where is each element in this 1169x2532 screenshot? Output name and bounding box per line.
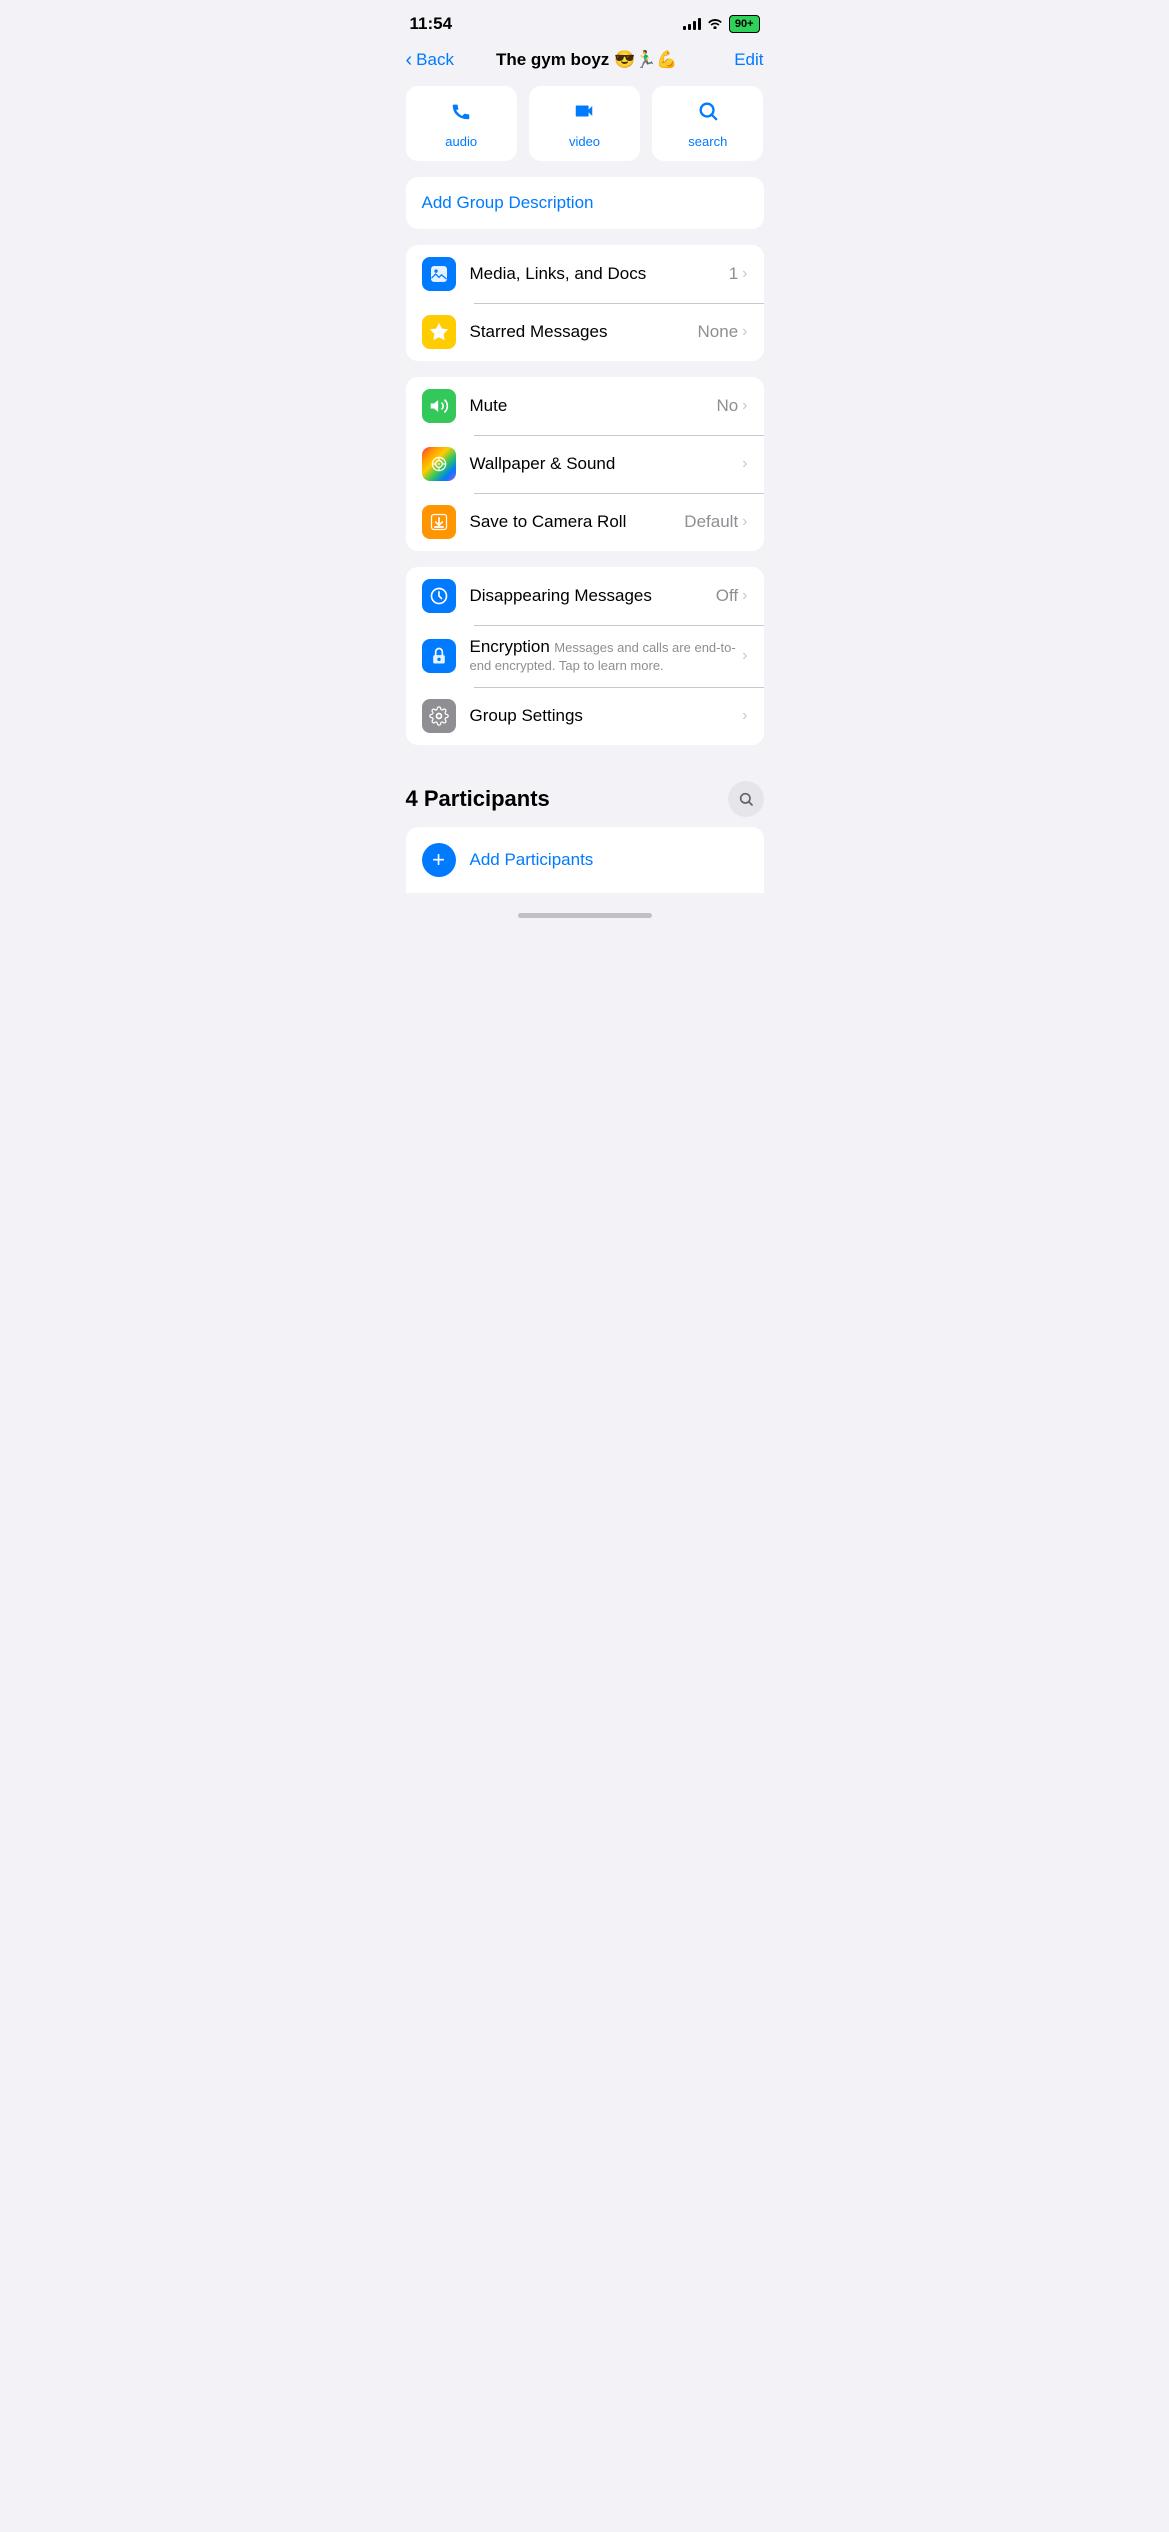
starred-value: None (698, 322, 739, 342)
add-participants-row[interactable]: + Add Participants (406, 827, 764, 893)
disappearing-icon (422, 579, 456, 613)
status-time: 11:54 (410, 14, 453, 34)
audio-button[interactable]: audio (406, 86, 517, 161)
mute-icon (422, 389, 456, 423)
action-row: audio video search (390, 82, 780, 177)
save-camera-roll-chevron-icon: › (742, 513, 747, 531)
nav-bar: ‹ Back The gym boyz 😎🏃‍♂️💪 Edit (390, 42, 780, 82)
add-description-text: Add Group Description (422, 193, 594, 212)
media-links-docs-row[interactable]: Media, Links, and Docs 1 › (406, 245, 764, 303)
participants-header: 4 Participants (390, 761, 780, 827)
encryption-icon (422, 639, 456, 673)
save-camera-roll-value: Default (684, 512, 738, 532)
audio-label: audio (445, 134, 477, 149)
save-camera-roll-label: Save to Camera Roll (470, 512, 627, 531)
video-button[interactable]: video (529, 86, 640, 161)
group-settings-icon (422, 699, 456, 733)
mute-label: Mute (470, 396, 508, 415)
video-label: video (569, 134, 600, 149)
group-settings-chevron-icon: › (742, 707, 747, 725)
search-icon (697, 100, 719, 128)
disappearing-value: Off (716, 586, 738, 606)
starred-messages-row[interactable]: Starred Messages None › (406, 303, 764, 361)
save-camera-roll-row[interactable]: Save to Camera Roll Default › (406, 493, 764, 551)
media-value: 1 (729, 264, 738, 284)
wallpaper-sound-label: Wallpaper & Sound (470, 454, 616, 473)
disappearing-chevron-icon: › (742, 587, 747, 605)
add-participants-icon: + (422, 843, 456, 877)
encryption-row[interactable]: Encryption Messages and calls are end-to… (406, 625, 764, 687)
group-settings-row[interactable]: Group Settings › (406, 687, 764, 745)
advanced-section: Disappearing Messages Off › Encryption M… (406, 567, 764, 745)
participants-search-button[interactable] (728, 781, 764, 817)
save-camera-roll-icon (422, 505, 456, 539)
home-indicator-area (390, 893, 780, 926)
wallpaper-icon (422, 447, 456, 481)
wallpaper-sound-row[interactable]: Wallpaper & Sound › (406, 435, 764, 493)
mute-value: No (716, 396, 738, 416)
add-participants-label: Add Participants (470, 850, 594, 870)
video-icon (573, 100, 595, 128)
back-button[interactable]: ‹ Back (406, 50, 454, 70)
media-chevron-icon: › (742, 265, 747, 283)
disappearing-messages-row[interactable]: Disappearing Messages Off › (406, 567, 764, 625)
group-settings-label: Group Settings (470, 706, 583, 725)
starred-icon (422, 315, 456, 349)
nav-title: The gym boyz 😎🏃‍♂️💪 (454, 50, 720, 70)
wallpaper-chevron-icon: › (742, 455, 747, 473)
media-links-docs-label: Media, Links, and Docs (470, 264, 647, 283)
starred-messages-label: Starred Messages (470, 322, 608, 341)
notifications-section: Mute No › Wallpaper & Sound › (406, 377, 764, 551)
status-bar: 11:54 90+ (390, 0, 780, 42)
signal-icon (683, 18, 701, 30)
disappearing-label: Disappearing Messages (470, 586, 652, 605)
status-icons: 90+ (683, 15, 760, 33)
add-description-section[interactable]: Add Group Description (406, 177, 764, 229)
mute-chevron-icon: › (742, 397, 747, 415)
phone-icon (450, 100, 472, 128)
back-chevron-icon: ‹ (406, 50, 413, 70)
media-icon (422, 257, 456, 291)
battery-icon: 90+ (729, 15, 760, 33)
search-label: search (688, 134, 727, 149)
participants-title: 4 Participants (406, 786, 550, 812)
home-indicator (518, 913, 652, 918)
mute-row[interactable]: Mute No › (406, 377, 764, 435)
encryption-chevron-icon: › (742, 647, 747, 665)
back-label: Back (416, 50, 454, 70)
starred-chevron-icon: › (742, 323, 747, 341)
media-section: Media, Links, and Docs 1 › Starred Messa… (406, 245, 764, 361)
search-button[interactable]: search (652, 86, 763, 161)
wifi-icon (707, 16, 723, 32)
edit-button[interactable]: Edit (720, 50, 764, 70)
encryption-label: Encryption (470, 637, 550, 656)
